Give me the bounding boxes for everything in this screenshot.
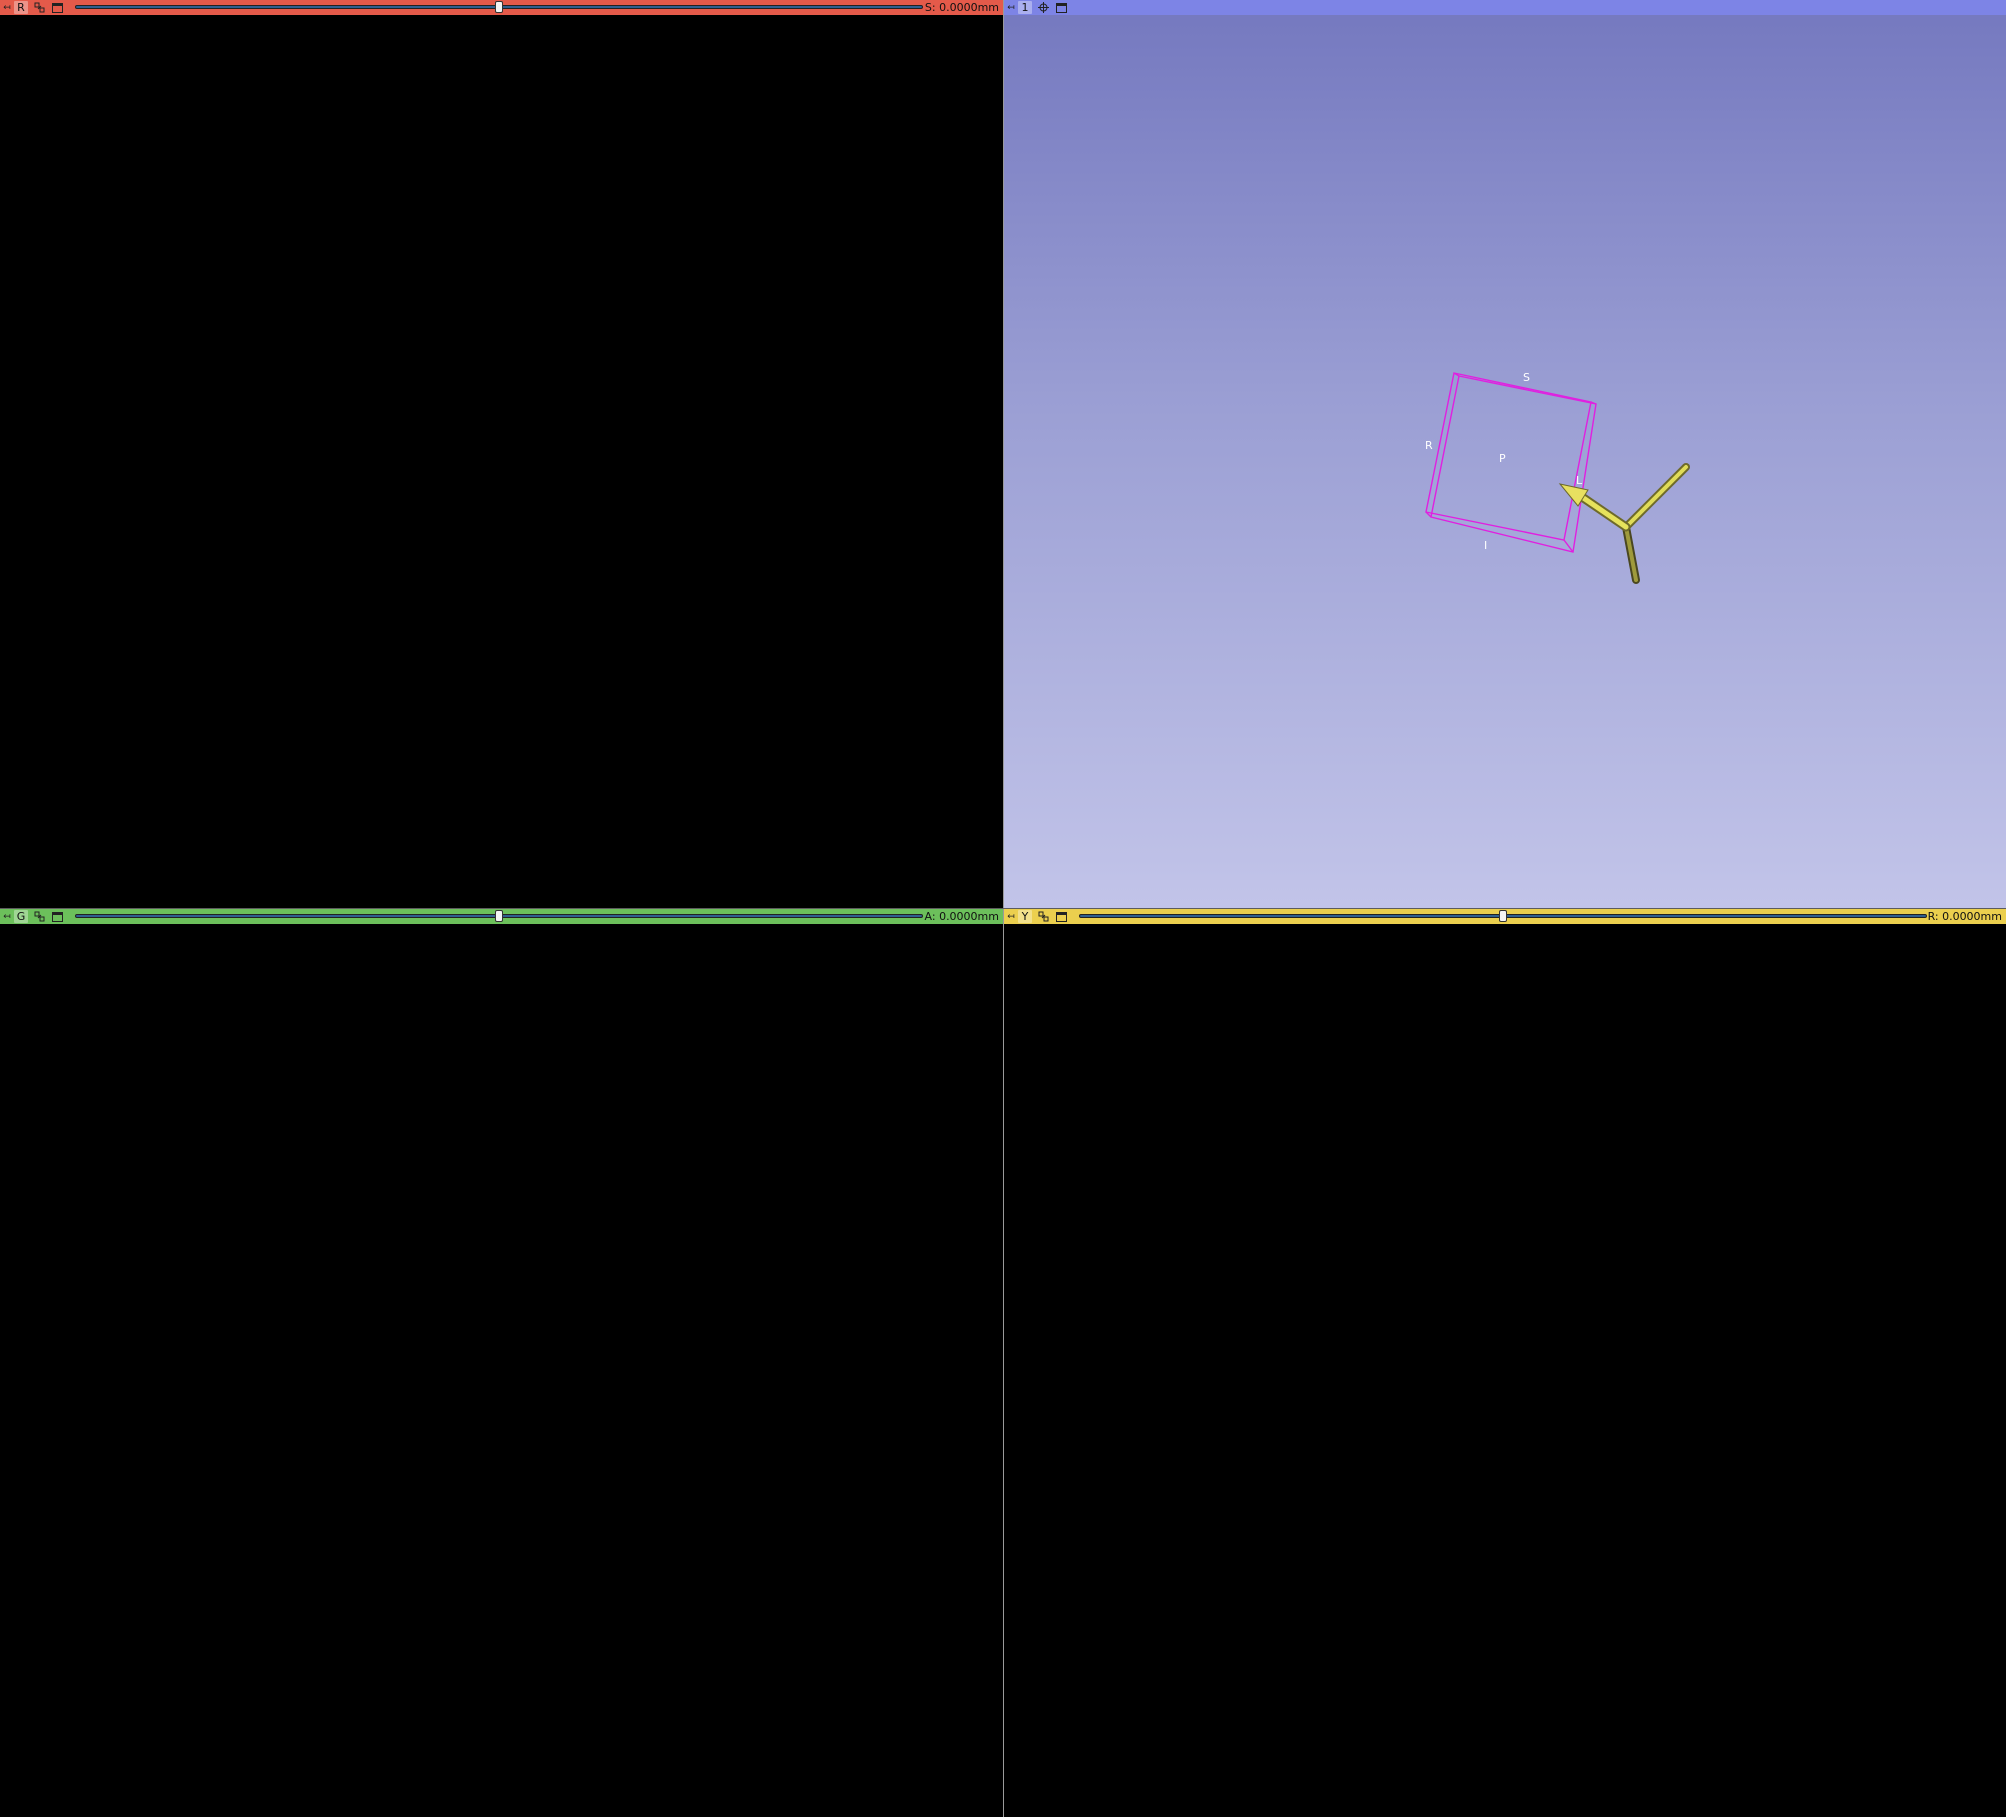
orientation-label-inferior: I: [1484, 539, 1487, 552]
red-slice-view[interactable]: ↤ R S: 0.0000mm: [0, 0, 1003, 908]
maximize-view-icon[interactable]: [50, 910, 64, 923]
link-icon[interactable]: [32, 910, 46, 923]
green-offset-slider[interactable]: [75, 909, 923, 924]
slider-handle[interactable]: [495, 1, 503, 13]
slider-handle[interactable]: [1499, 910, 1507, 922]
orientation-label-superior: S: [1523, 371, 1530, 384]
yellow-slice-view[interactable]: ↤ Y R: 0.0000mm: [1004, 909, 2006, 1817]
green-view-controller-bar: ↤ G A: 0.0000mm: [0, 909, 1003, 924]
pin-icon[interactable]: ↤: [0, 909, 14, 924]
link-icon[interactable]: [32, 1, 46, 14]
maximize-view-icon[interactable]: [50, 1, 64, 14]
pin-icon[interactable]: ↤: [0, 0, 14, 15]
red-offset-slider[interactable]: [75, 0, 923, 15]
volume-bounding-box: [1425, 372, 1597, 553]
orientation-label-posterior: P: [1499, 452, 1506, 465]
red-view-label: R: [14, 1, 28, 14]
green-slice-view[interactable]: ↤ G A: 0.0000mm: [0, 909, 1003, 1817]
3d-view[interactable]: ↤ 1 S R P L I: [1004, 0, 2006, 908]
yellow-view-label: Y: [1018, 910, 1032, 923]
yellow-offset-readout: R: 0.0000mm: [1927, 910, 2002, 923]
yellow-view-controller-bar: ↤ Y R: 0.0000mm: [1004, 909, 2006, 924]
red-offset-readout: S: 0.0000mm: [924, 1, 999, 14]
orientation-label-left: L: [1576, 474, 1583, 487]
pin-icon[interactable]: ↤: [1004, 909, 1018, 924]
orientation-label-right: R: [1425, 439, 1433, 452]
green-offset-readout: A: 0.0000mm: [924, 910, 999, 923]
maximize-view-icon[interactable]: [1054, 910, 1068, 923]
red-view-controller-bar: ↤ R S: 0.0000mm: [0, 0, 1003, 15]
link-icon[interactable]: [1036, 910, 1050, 923]
slider-handle[interactable]: [495, 910, 503, 922]
3d-scene[interactable]: S R P L I: [1004, 0, 2006, 908]
green-view-label: G: [14, 910, 28, 923]
yellow-offset-slider[interactable]: [1079, 909, 1927, 924]
